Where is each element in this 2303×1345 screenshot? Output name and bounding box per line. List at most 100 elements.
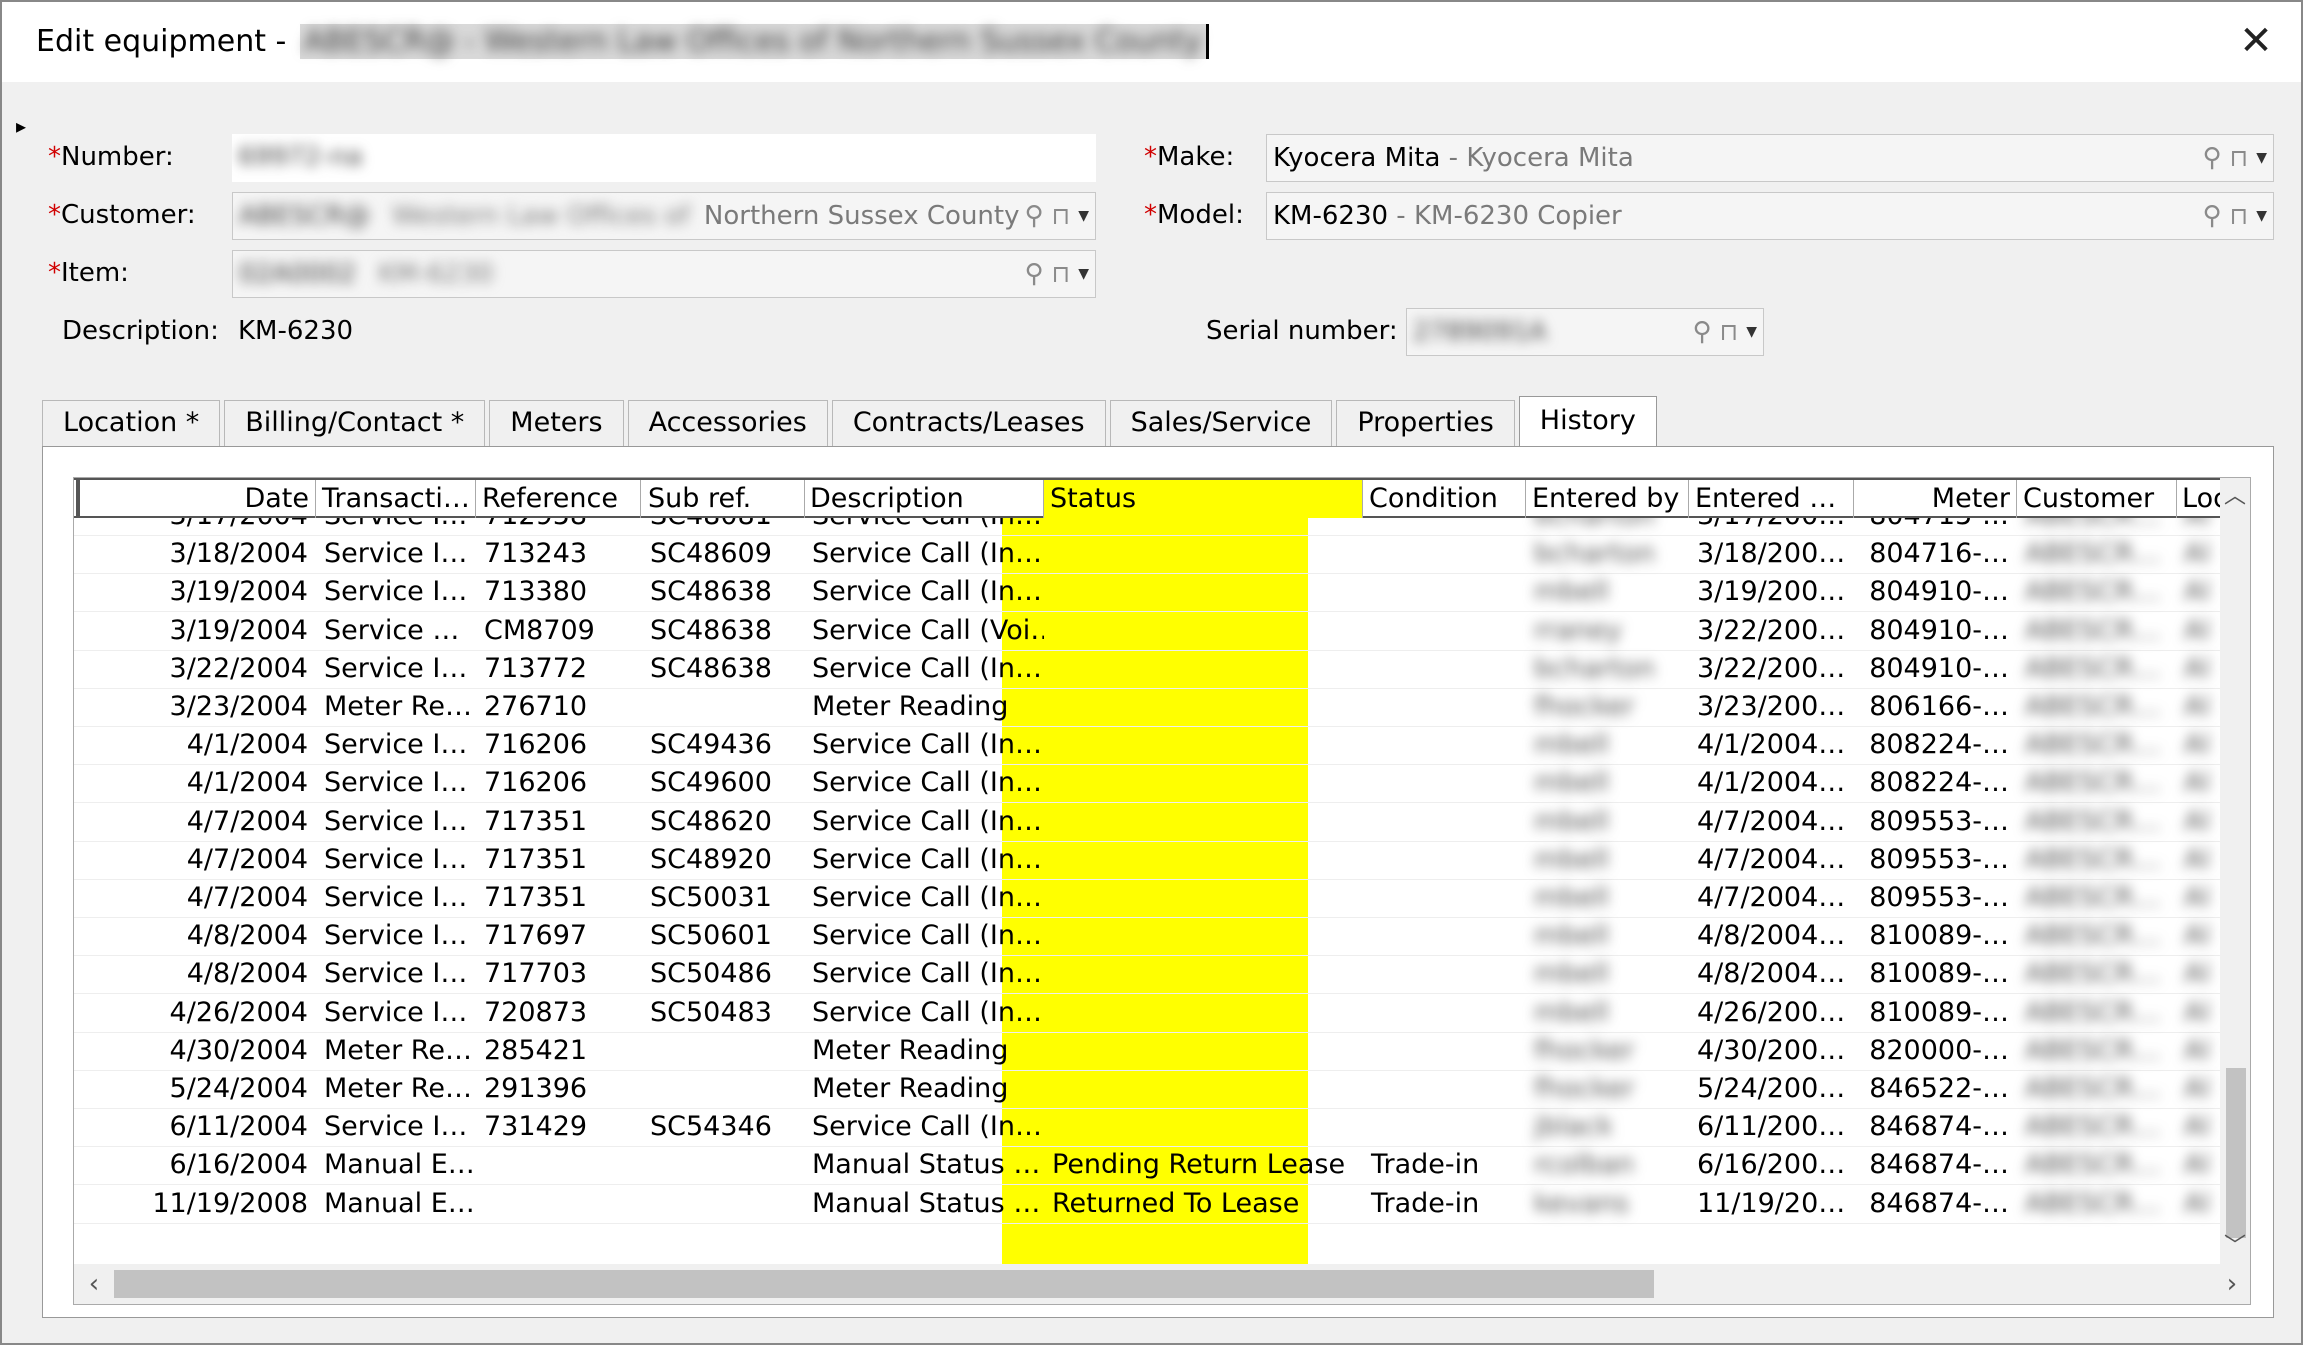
chevron-down-icon[interactable]: ▼ bbox=[2256, 209, 2267, 223]
column-header-entered-date[interactable]: Entered … bbox=[1689, 480, 1854, 518]
cell-description: Service Call (In… bbox=[812, 653, 1042, 684]
cell-status bbox=[1044, 687, 1363, 727]
column-header-customer[interactable]: Customer bbox=[2017, 480, 2177, 518]
horizontal-scrollbar[interactable]: ‹ › bbox=[74, 1264, 2250, 1304]
column-header-date[interactable]: Date bbox=[74, 480, 316, 518]
table-row[interactable]: 4/26/2004 Service I… 720873 SC50483 Service … bbox=[74, 993, 2222, 1033]
column-header-condition[interactable]: Condition bbox=[1363, 480, 1526, 518]
scroll-left-icon[interactable]: ‹ bbox=[74, 1264, 114, 1304]
scroll-up-icon[interactable]: ︿ bbox=[2220, 482, 2250, 512]
table-row[interactable]: 4/1/2004 Service I… 716206 SC49436 Service C… bbox=[74, 725, 2222, 765]
model-field[interactable]: KM-6230 - KM-6230 Copier ⚲ ⊓ ▼ bbox=[1266, 192, 2274, 240]
cell-customer: ABESCR… bbox=[2025, 844, 2161, 875]
cell-customer: ABESCR… bbox=[2025, 920, 2161, 951]
column-header-description[interactable]: Description bbox=[804, 480, 1044, 518]
cell-condition bbox=[1363, 1107, 1526, 1147]
scroll-down-icon[interactable]: ﹀ bbox=[2220, 1232, 2250, 1262]
cell-location: Al bbox=[2184, 1149, 2210, 1180]
number-field[interactable]: 69972-na bbox=[232, 134, 1096, 182]
tab-meters[interactable]: Meters bbox=[489, 400, 624, 446]
cell-date: 4/1/2004 bbox=[186, 767, 308, 798]
cell-date: 4/7/2004 bbox=[186, 806, 308, 837]
table-row[interactable]: 4/7/2004 Service I… 717351 SC48620 Service C… bbox=[74, 802, 2222, 842]
table-row[interactable]: 4/8/2004 Service I… 717697 SC50601 Service C… bbox=[74, 916, 2222, 956]
tab-properties[interactable]: Properties bbox=[1336, 400, 1515, 446]
serial-number-field[interactable]: 2789091A ⚲ ⊓ ▼ bbox=[1406, 308, 1764, 356]
cell-date: 3/22/2004 bbox=[169, 653, 308, 684]
table-row[interactable]: 4/7/2004 Service I… 717351 SC48920 Service C… bbox=[74, 840, 2222, 880]
cell-reference bbox=[476, 1184, 641, 1224]
tab-accessories[interactable]: Accessories bbox=[627, 400, 828, 446]
search-icon[interactable]: ⚲ bbox=[1024, 261, 1043, 287]
table-row[interactable]: 5/24/2004 Meter Re… 291396 Meter Reading fho… bbox=[74, 1069, 2222, 1109]
column-header-meter[interactable]: Meter bbox=[1854, 480, 2017, 518]
table-row[interactable]: 6/16/2004 Manual E… Manual Status … Pending… bbox=[74, 1145, 2222, 1185]
tab-history[interactable]: History bbox=[1518, 396, 1657, 448]
tab-sales-service[interactable]: Sales/Service bbox=[1109, 400, 1333, 446]
table-row[interactable]: 11/19/2008 Manual E… Manual Status … Return… bbox=[74, 1184, 2222, 1224]
cell-entered-date: 3/22/200… bbox=[1697, 653, 1846, 684]
cell-meter: 804910-… bbox=[1869, 615, 2009, 646]
vertical-scrollbar[interactable]: ︿ ﹀ bbox=[2220, 478, 2250, 1266]
column-header-reference[interactable]: Reference bbox=[476, 480, 641, 518]
cell-condition bbox=[1363, 572, 1526, 612]
item-label: *Item: bbox=[48, 258, 129, 288]
tab-billing-contact[interactable]: Billing/Contact * bbox=[224, 400, 486, 446]
item-field[interactable]: 02A0002 KM-6230 ⚲ ⊓ ▼ bbox=[232, 250, 1096, 298]
scroll-right-icon[interactable]: › bbox=[2212, 1264, 2250, 1304]
cell-entered-date: 4/8/2004… bbox=[1697, 958, 1846, 989]
tab-location[interactable]: Location * bbox=[42, 400, 221, 446]
table-row[interactable]: 3/18/2004 Service I… 713243 SC48609 Service … bbox=[74, 534, 2222, 574]
vertical-scroll-thumb[interactable] bbox=[2226, 1068, 2246, 1238]
column-header-transaction[interactable]: Transacti… bbox=[316, 480, 476, 518]
chevron-down-icon[interactable]: ▼ bbox=[1078, 209, 1089, 223]
column-header-entered-by[interactable]: Entered by bbox=[1526, 480, 1689, 518]
table-row[interactable]: 3/22/2004 Service I… 713772 SC48638 Service … bbox=[74, 649, 2222, 689]
cell-entered-by: fhocker bbox=[1534, 1035, 1635, 1066]
search-icon[interactable]: ⚲ bbox=[1692, 319, 1711, 345]
cell-condition bbox=[1363, 649, 1526, 689]
pin-icon[interactable]: ⊓ bbox=[1051, 262, 1070, 286]
make-field[interactable]: Kyocera Mita - Kyocera Mita ⚲ ⊓ ▼ bbox=[1266, 134, 2274, 182]
pin-icon[interactable]: ⊓ bbox=[1051, 204, 1070, 228]
search-icon[interactable]: ⚲ bbox=[2202, 145, 2221, 171]
table-row[interactable]: 4/7/2004 Service I… 717351 SC50031 Service C… bbox=[74, 878, 2222, 918]
search-icon[interactable]: ⚲ bbox=[1024, 203, 1043, 229]
cell-reference: 291396 bbox=[484, 1073, 588, 1104]
table-row[interactable]: 4/30/2004 Meter Re… 285421 Meter Reading fho… bbox=[74, 1031, 2222, 1071]
tab-contracts-leases[interactable]: Contracts/Leases bbox=[831, 400, 1106, 446]
table-row[interactable]: 3/23/2004 Meter Re… 276710 Meter Reading fho… bbox=[74, 687, 2222, 727]
chevron-down-icon[interactable]: ▼ bbox=[2256, 151, 2267, 165]
pin-icon[interactable]: ⊓ bbox=[1719, 320, 1738, 344]
cell-meter: 820000-… bbox=[1869, 1035, 2009, 1066]
customer-field[interactable]: ABESCR@ Western Law Offices of Northern … bbox=[232, 192, 1096, 240]
cell-sub-ref: SC48920 bbox=[650, 844, 772, 875]
pin-icon[interactable]: ⊓ bbox=[2229, 204, 2248, 228]
cell-sub-ref bbox=[642, 1184, 805, 1224]
cell-customer: ABESCR… bbox=[2025, 1111, 2161, 1142]
horizontal-scroll-thumb[interactable] bbox=[114, 1270, 1654, 1298]
cell-transaction: Meter Re… bbox=[324, 1035, 472, 1066]
cell-condition bbox=[1363, 840, 1526, 880]
cell-transaction: Manual E… bbox=[324, 1188, 475, 1219]
cell-meter: 808224-… bbox=[1869, 767, 2009, 798]
cell-customer: ABESCR… bbox=[2025, 806, 2161, 837]
column-header-sub-ref[interactable]: Sub ref. bbox=[642, 480, 805, 518]
pin-icon[interactable]: ⊓ bbox=[2229, 146, 2248, 170]
chevron-down-icon[interactable]: ▼ bbox=[1078, 267, 1089, 281]
table-row[interactable]: 4/1/2004 Service I… 716206 SC49600 Service C… bbox=[74, 763, 2222, 803]
cell-entered-date: 4/30/200… bbox=[1697, 1035, 1846, 1066]
close-button[interactable]: ✕ bbox=[2231, 16, 2281, 66]
cell-location: Al bbox=[2184, 1073, 2210, 1104]
table-row[interactable]: 3/19/2004 Service … CM8709 SC48638 Service C… bbox=[74, 611, 2222, 651]
table-row[interactable]: 3/19/2004 Service I… 713380 SC48638 Service … bbox=[74, 572, 2222, 612]
table-row[interactable]: 6/11/2004 Service I… 731429 SC54346 Service … bbox=[74, 1107, 2222, 1147]
table-row[interactable]: 4/8/2004 Service I… 717703 SC50486 Service C… bbox=[74, 954, 2222, 994]
search-icon[interactable]: ⚲ bbox=[2202, 203, 2221, 229]
cell-sub-ref: SC49436 bbox=[650, 729, 772, 760]
cell-location: Al bbox=[2184, 882, 2210, 913]
cell-date: 4/8/2004 bbox=[186, 920, 308, 951]
column-header-status[interactable]: Status bbox=[1044, 480, 1363, 518]
cell-meter: 810089-… bbox=[1869, 920, 2009, 951]
chevron-down-icon[interactable]: ▼ bbox=[1746, 325, 1757, 339]
